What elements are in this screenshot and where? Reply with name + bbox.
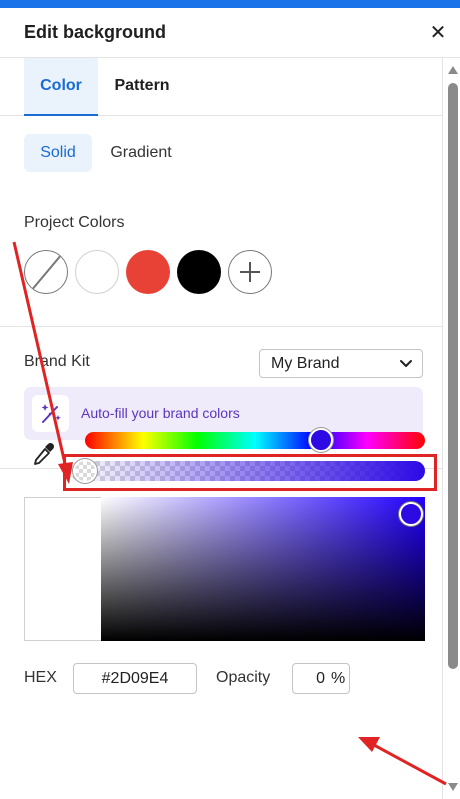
red-swatch[interactable] [126,250,170,294]
saturation-value-picker[interactable] [101,497,425,641]
tab-bar: Color Pattern [0,58,443,116]
scrollbar[interactable] [444,58,460,799]
hex-label: HEX [24,669,57,686]
brand-kit-label: Brand Kit [24,353,90,370]
solid-button[interactable]: Solid [24,134,92,172]
hex-input[interactable] [73,663,197,694]
brand-kit-select[interactable]: My Brand [259,349,423,378]
add-color-button[interactable] [228,250,272,294]
white-swatch[interactable] [75,250,119,294]
hue-slider-handle[interactable] [309,428,333,452]
panel-title: Edit background [24,22,167,42]
value-gradient [101,497,425,641]
chevron-down-icon [400,360,412,367]
gradient-button[interactable]: Gradient [98,134,184,172]
opacity-field[interactable]: % [292,663,350,694]
brand-kit-selected-value: My Brand [271,355,340,372]
color-preview [24,497,101,641]
scroll-down-arrow-icon[interactable] [447,782,459,792]
saturation-value-handle[interactable] [399,502,423,526]
magic-wand-icon [32,395,69,432]
scrollbar-thumb[interactable] [448,83,458,669]
scroll-up-arrow-icon[interactable] [447,65,459,75]
tab-pattern[interactable]: Pattern [104,58,180,116]
project-colors-label: Project Colors [24,214,125,231]
divider [0,326,443,327]
hue-slider[interactable] [85,432,425,449]
panel-header: Edit background ✕ [0,8,460,58]
tab-color[interactable]: Color [24,58,98,116]
opacity-slider-highlight [63,454,437,491]
opacity-unit: % [331,670,346,687]
eyedropper-icon[interactable] [31,441,57,467]
close-icon[interactable]: ✕ [426,21,450,45]
opacity-input[interactable] [295,668,325,690]
top-accent-bar [0,0,460,8]
no-color-swatch[interactable] [24,250,68,294]
opacity-label: Opacity [216,669,271,686]
black-swatch[interactable] [177,250,221,294]
autofill-label: Auto-fill your brand colors [81,405,240,421]
panel-content: Color Pattern Solid Gradient Project Col… [0,58,443,799]
